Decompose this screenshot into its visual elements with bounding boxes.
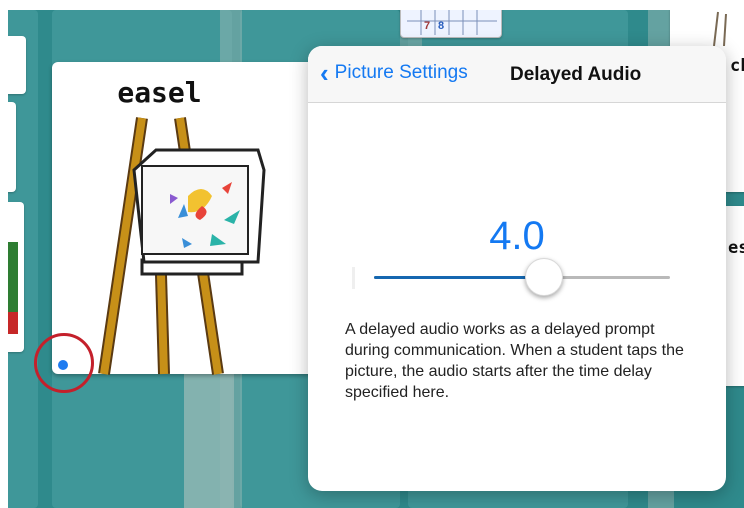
delayed-audio-popover: ‹ Picture Settings Delayed Audio 4.0 A d… bbox=[308, 46, 726, 491]
slider-fill bbox=[374, 276, 543, 279]
slider-thumb[interactable] bbox=[524, 258, 563, 296]
popover-header: ‹ Picture Settings Delayed Audio bbox=[308, 46, 726, 103]
delayed-audio-description: A delayed audio works as a delayed promp… bbox=[345, 321, 684, 401]
calendar-tile[interactable]: 7 8 bbox=[400, 10, 502, 38]
tile-label: cke bbox=[730, 56, 744, 76]
picture-card-easel[interactable]: easel bbox=[52, 62, 322, 375]
picture-label: easel bbox=[117, 76, 202, 109]
delay-slider[interactable] bbox=[374, 257, 670, 299]
highlight-circle bbox=[34, 333, 94, 393]
partial-tile[interactable] bbox=[8, 102, 16, 192]
chevron-left-icon: ‹ bbox=[320, 58, 329, 88]
calendar-digit: 8 bbox=[438, 20, 445, 32]
calendar-digit: 7 bbox=[424, 20, 431, 32]
delay-value: 4.0 bbox=[489, 214, 545, 258]
back-button-label: Picture Settings bbox=[334, 62, 468, 83]
chair-icon bbox=[713, 11, 727, 47]
partial-tile[interactable] bbox=[8, 36, 26, 94]
tile-art bbox=[8, 312, 18, 334]
partial-tile[interactable] bbox=[8, 202, 24, 352]
slider-min-marker bbox=[352, 267, 355, 289]
calendar-grid-icon bbox=[407, 10, 497, 35]
tile-art bbox=[8, 242, 18, 312]
popover-title: Delayed Audio bbox=[510, 64, 642, 85]
easel-icon bbox=[98, 117, 266, 375]
back-button[interactable]: ‹ Picture Settings bbox=[320, 58, 468, 88]
popover-arrow bbox=[290, 252, 309, 288]
tile-label: esk bbox=[728, 238, 744, 258]
